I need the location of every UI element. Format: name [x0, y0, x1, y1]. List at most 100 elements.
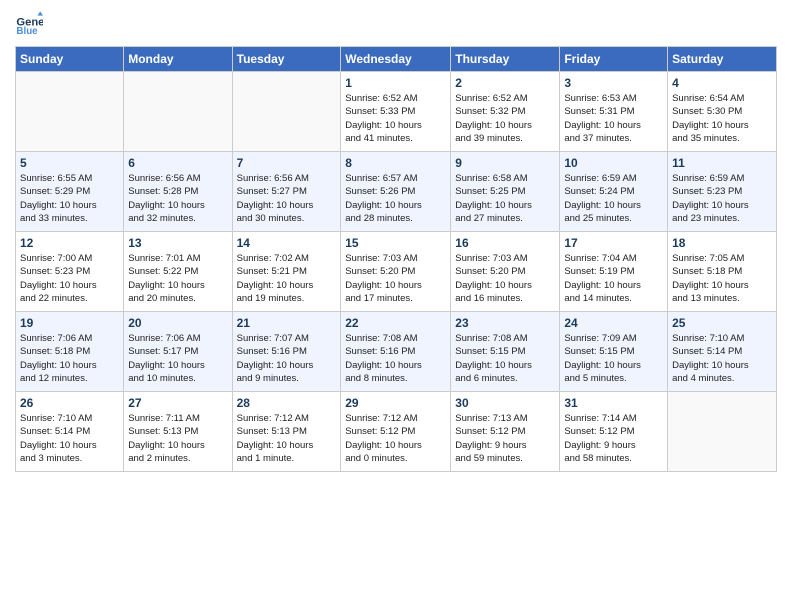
calendar-cell: 15 Sunrise: 7:03 AM Sunset: 5:20 PM Dayli… — [341, 232, 451, 312]
calendar-cell: 6Sunrise: 6:56 AM Sunset: 5:28 PM Daylig… — [124, 152, 232, 232]
calendar-cell: 28Sunrise: 7:12 AM Sunset: 5:13 PM Dayli… — [232, 392, 341, 472]
day-info: Sunrise: 7:01 AM Sunset: 5:22 PM Dayligh… — [128, 252, 227, 305]
day-number: 29 — [345, 396, 446, 410]
calendar-cell — [16, 72, 124, 152]
day-info: Sunrise: 7:02 AM Sunset: 5:21 PM Dayligh… — [237, 252, 337, 305]
day-info: Sunrise: 6:52 AM Sunset: 5:33 PM Dayligh… — [345, 92, 446, 145]
calendar-cell: 12Sunrise: 7:00 AM Sunset: 5:23 PM Dayli… — [16, 232, 124, 312]
day-info: Sunrise: 7:13 AM Sunset: 5:12 PM Dayligh… — [455, 412, 555, 465]
calendar-week-row: 26 Sunrise: 7:10 AM Sunset: 5:14 PM Dayli… — [16, 392, 777, 472]
day-info: Sunrise: 7:11 AM Sunset: 5:13 PM Dayligh… — [128, 412, 227, 465]
day-number: 8 — [345, 156, 446, 170]
calendar-cell: 16Sunrise: 7:03 AM Sunset: 5:20 PM Dayli… — [451, 232, 560, 312]
day-number: 24 — [564, 316, 663, 330]
calendar-cell: 5 Sunrise: 6:55 AM Sunset: 5:29 PM Daylig… — [16, 152, 124, 232]
calendar-day-header: Friday — [560, 47, 668, 72]
calendar-cell: 30 Sunrise: 7:13 AM Sunset: 5:12 PM Dayli… — [451, 392, 560, 472]
calendar-cell: 24 Sunrise: 7:09 AM Sunset: 5:15 PM Dayli… — [560, 312, 668, 392]
calendar-cell: 1 Sunrise: 6:52 AM Sunset: 5:33 PM Daylig… — [341, 72, 451, 152]
calendar-cell: 4Sunrise: 6:54 AM Sunset: 5:30 PM Daylig… — [668, 72, 777, 152]
day-info: Sunrise: 6:55 AM Sunset: 5:29 PM Dayligh… — [20, 172, 119, 225]
calendar-cell: 25Sunrise: 7:10 AM Sunset: 5:14 PM Dayli… — [668, 312, 777, 392]
calendar-cell: 13 Sunrise: 7:01 AM Sunset: 5:22 PM Dayli… — [124, 232, 232, 312]
day-number: 22 — [345, 316, 446, 330]
day-info: Sunrise: 6:59 AM Sunset: 5:24 PM Dayligh… — [564, 172, 663, 225]
header: General Blue — [15, 10, 777, 38]
calendar-header-row: SundayMondayTuesdayWednesdayThursdayFrid… — [16, 47, 777, 72]
calendar-cell: 31 Sunrise: 7:14 AM Sunset: 5:12 PM Dayli… — [560, 392, 668, 472]
calendar-cell: 7 Sunrise: 6:56 AM Sunset: 5:27 PM Daylig… — [232, 152, 341, 232]
calendar-cell: 27 Sunrise: 7:11 AM Sunset: 5:13 PM Dayli… — [124, 392, 232, 472]
day-info: Sunrise: 7:06 AM Sunset: 5:18 PM Dayligh… — [20, 332, 119, 385]
calendar-cell: 21 Sunrise: 7:07 AM Sunset: 5:16 PM Dayli… — [232, 312, 341, 392]
calendar-week-row: 5 Sunrise: 6:55 AM Sunset: 5:29 PM Daylig… — [16, 152, 777, 232]
calendar-cell: 20 Sunrise: 7:06 AM Sunset: 5:17 PM Dayli… — [124, 312, 232, 392]
day-number: 30 — [455, 396, 555, 410]
day-number: 15 — [345, 236, 446, 250]
day-info: Sunrise: 7:06 AM Sunset: 5:17 PM Dayligh… — [128, 332, 227, 385]
day-info: Sunrise: 7:09 AM Sunset: 5:15 PM Dayligh… — [564, 332, 663, 385]
calendar-table: SundayMondayTuesdayWednesdayThursdayFrid… — [15, 46, 777, 472]
day-number: 25 — [672, 316, 772, 330]
day-info: Sunrise: 6:53 AM Sunset: 5:31 PM Dayligh… — [564, 92, 663, 145]
day-number: 20 — [128, 316, 227, 330]
logo: General Blue — [15, 10, 47, 38]
day-number: 19 — [20, 316, 119, 330]
calendar-cell: 14 Sunrise: 7:02 AM Sunset: 5:21 PM Dayli… — [232, 232, 341, 312]
calendar-day-header: Sunday — [16, 47, 124, 72]
svg-text:Blue: Blue — [16, 26, 38, 37]
day-number: 10 — [564, 156, 663, 170]
calendar-cell: 10 Sunrise: 6:59 AM Sunset: 5:24 PM Dayli… — [560, 152, 668, 232]
day-number: 2 — [455, 76, 555, 90]
day-number: 26 — [20, 396, 119, 410]
day-number: 11 — [672, 156, 772, 170]
calendar-cell: 29Sunrise: 7:12 AM Sunset: 5:12 PM Dayli… — [341, 392, 451, 472]
day-number: 21 — [237, 316, 337, 330]
day-info: Sunrise: 7:07 AM Sunset: 5:16 PM Dayligh… — [237, 332, 337, 385]
day-info: Sunrise: 6:54 AM Sunset: 5:30 PM Dayligh… — [672, 92, 772, 145]
calendar-day-header: Saturday — [668, 47, 777, 72]
calendar-cell — [668, 392, 777, 472]
calendar-week-row: 12Sunrise: 7:00 AM Sunset: 5:23 PM Dayli… — [16, 232, 777, 312]
day-number: 27 — [128, 396, 227, 410]
calendar-week-row: 1 Sunrise: 6:52 AM Sunset: 5:33 PM Daylig… — [16, 72, 777, 152]
day-info: Sunrise: 7:03 AM Sunset: 5:20 PM Dayligh… — [345, 252, 446, 305]
day-info: Sunrise: 7:10 AM Sunset: 5:14 PM Dayligh… — [20, 412, 119, 465]
calendar-day-header: Tuesday — [232, 47, 341, 72]
calendar-day-header: Monday — [124, 47, 232, 72]
day-number: 7 — [237, 156, 337, 170]
day-info: Sunrise: 7:04 AM Sunset: 5:19 PM Dayligh… — [564, 252, 663, 305]
day-info: Sunrise: 7:05 AM Sunset: 5:18 PM Dayligh… — [672, 252, 772, 305]
day-number: 3 — [564, 76, 663, 90]
day-info: Sunrise: 7:14 AM Sunset: 5:12 PM Dayligh… — [564, 412, 663, 465]
calendar-cell: 8Sunrise: 6:57 AM Sunset: 5:26 PM Daylig… — [341, 152, 451, 232]
day-number: 28 — [237, 396, 337, 410]
calendar-week-row: 19 Sunrise: 7:06 AM Sunset: 5:18 PM Dayli… — [16, 312, 777, 392]
day-info: Sunrise: 7:08 AM Sunset: 5:15 PM Dayligh… — [455, 332, 555, 385]
day-number: 31 — [564, 396, 663, 410]
day-number: 5 — [20, 156, 119, 170]
calendar-day-header: Thursday — [451, 47, 560, 72]
day-info: Sunrise: 6:52 AM Sunset: 5:32 PM Dayligh… — [455, 92, 555, 145]
day-number: 14 — [237, 236, 337, 250]
day-number: 9 — [455, 156, 555, 170]
day-number: 13 — [128, 236, 227, 250]
calendar-cell: 23Sunrise: 7:08 AM Sunset: 5:15 PM Dayli… — [451, 312, 560, 392]
day-info: Sunrise: 6:59 AM Sunset: 5:23 PM Dayligh… — [672, 172, 772, 225]
calendar-cell: 26 Sunrise: 7:10 AM Sunset: 5:14 PM Dayli… — [16, 392, 124, 472]
logo-icon: General Blue — [15, 10, 43, 38]
calendar-cell: 17Sunrise: 7:04 AM Sunset: 5:19 PM Dayli… — [560, 232, 668, 312]
day-number: 16 — [455, 236, 555, 250]
day-number: 1 — [345, 76, 446, 90]
day-info: Sunrise: 7:00 AM Sunset: 5:23 PM Dayligh… — [20, 252, 119, 305]
day-number: 18 — [672, 236, 772, 250]
calendar-cell — [232, 72, 341, 152]
day-info: Sunrise: 6:56 AM Sunset: 5:27 PM Dayligh… — [237, 172, 337, 225]
calendar-cell: 11 Sunrise: 6:59 AM Sunset: 5:23 PM Dayli… — [668, 152, 777, 232]
calendar-cell: 2 Sunrise: 6:52 AM Sunset: 5:32 PM Daylig… — [451, 72, 560, 152]
calendar-cell: 9 Sunrise: 6:58 AM Sunset: 5:25 PM Daylig… — [451, 152, 560, 232]
day-info: Sunrise: 6:58 AM Sunset: 5:25 PM Dayligh… — [455, 172, 555, 225]
calendar-cell: 3 Sunrise: 6:53 AM Sunset: 5:31 PM Daylig… — [560, 72, 668, 152]
day-info: Sunrise: 6:56 AM Sunset: 5:28 PM Dayligh… — [128, 172, 227, 225]
day-info: Sunrise: 7:08 AM Sunset: 5:16 PM Dayligh… — [345, 332, 446, 385]
